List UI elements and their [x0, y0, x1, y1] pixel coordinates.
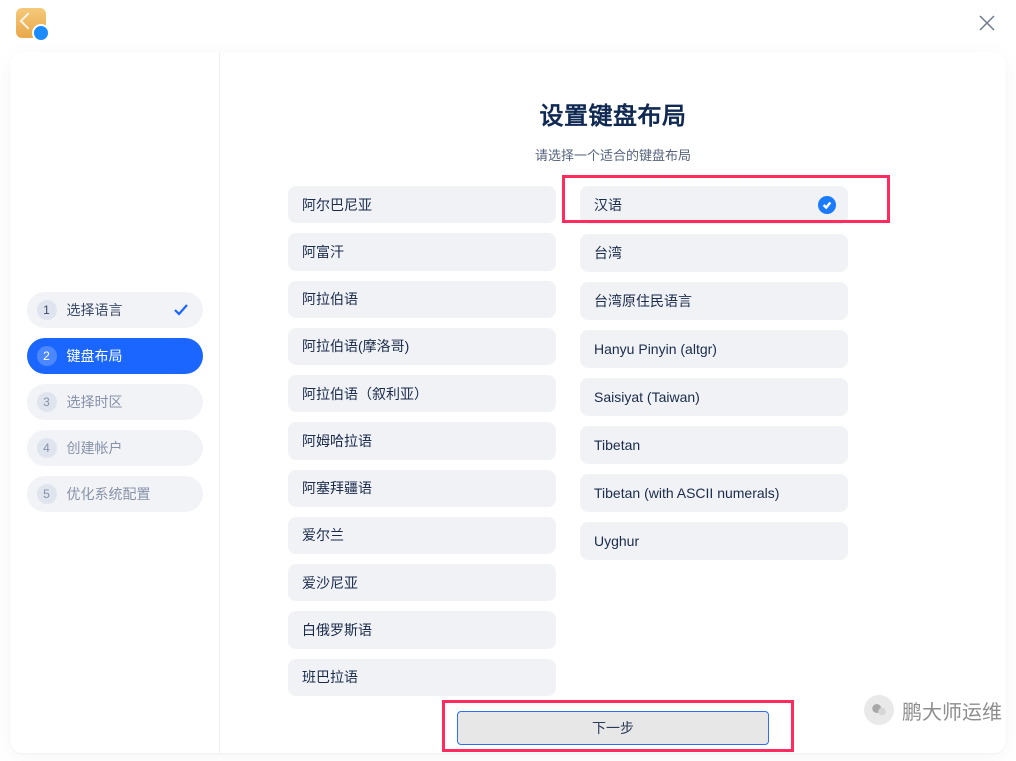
option-label: 阿富汗 — [302, 242, 344, 262]
step-number: 1 — [37, 300, 57, 320]
layout-variant-option[interactable]: Tibetan — [580, 426, 848, 464]
step-label: 优化系统配置 — [67, 484, 151, 504]
layout-variant-option[interactable]: Saisiyat (Taiwan) — [580, 378, 848, 416]
step-number: 2 — [37, 346, 57, 366]
title-bar — [0, 0, 1016, 46]
step-3: 3 选择时区 — [27, 384, 203, 420]
option-label: Tibetan (with ASCII numerals) — [594, 485, 779, 501]
layout-variant-option[interactable]: 台湾原住民语言 — [580, 282, 848, 320]
next-button[interactable]: 下一步 — [457, 711, 769, 745]
check-icon — [173, 302, 189, 318]
layout-variant-option[interactable]: Uyghur — [580, 522, 848, 560]
step-1[interactable]: 1 选择语言 — [27, 292, 203, 328]
layout-group-option[interactable]: 阿拉伯语 — [288, 281, 556, 318]
option-label: 台湾原住民语言 — [594, 291, 692, 311]
selected-check-icon — [818, 196, 836, 214]
steps-sidebar: 1 选择语言 2 键盘布局 3 选择时区 4 创建帐户 5 优化系统配置 — [10, 52, 220, 753]
step-4: 4 创建帐户 — [27, 430, 203, 466]
layout-group-option[interactable]: 阿塞拜疆语 — [288, 470, 556, 507]
layout-group-option[interactable]: 阿尔巴尼亚 — [288, 186, 556, 223]
page-subtitle: 请选择一个适合的键盘布局 — [535, 145, 691, 164]
next-button-label: 下一步 — [592, 718, 634, 738]
option-label: Hanyu Pinyin (altgr) — [594, 341, 717, 357]
layout-variant-list[interactable]: 汉语台湾台湾原住民语言 Hanyu Pinyin (altgr) Saisiyat … — [580, 186, 848, 696]
layout-variant-option[interactable]: Tibetan (with ASCII numerals) — [580, 474, 848, 512]
step-number: 3 — [37, 392, 57, 412]
layout-variant-option[interactable]: 台湾 — [580, 234, 848, 272]
footer-actions: 下一步 — [220, 711, 1006, 745]
option-label: 阿拉伯语 — [302, 289, 358, 309]
installer-card: 1 选择语言 2 键盘布局 3 选择时区 4 创建帐户 5 优化系统配置 设置键盘布局 请选择一个… — [10, 52, 1006, 753]
close-button[interactable] — [978, 14, 996, 32]
step-label: 选择语言 — [67, 300, 123, 320]
app-icon — [16, 8, 46, 38]
layout-group-option[interactable]: 阿拉伯语(摩洛哥) — [288, 328, 556, 365]
layout-group-option[interactable]: 阿拉伯语（叙利亚） — [288, 375, 556, 412]
option-label: 阿拉伯语（叙利亚） — [302, 384, 428, 404]
layout-variant-option[interactable]: 汉语 — [580, 186, 848, 224]
option-label: 阿塞拜疆语 — [302, 478, 372, 498]
main-panel: 设置键盘布局 请选择一个适合的键盘布局 阿尔巴尼亚阿富汗阿拉伯语阿拉伯语(摩洛哥… — [220, 52, 1006, 753]
step-label: 选择时区 — [67, 392, 123, 412]
layout-group-option[interactable]: 爱尔兰 — [288, 517, 556, 554]
step-label: 创建帐户 — [67, 438, 123, 458]
step-5: 5 优化系统配置 — [27, 476, 203, 512]
layout-group-option[interactable]: 阿姆哈拉语 — [288, 422, 556, 459]
keyboard-layout-lists: 阿尔巴尼亚阿富汗阿拉伯语阿拉伯语(摩洛哥) 阿拉伯语（叙利亚） 阿姆哈拉语阿塞拜疆语… — [288, 186, 848, 696]
option-label: 阿尔巴尼亚 — [302, 195, 372, 215]
layout-group-option[interactable]: 阿富汗 — [288, 233, 556, 270]
option-label: 班巴拉语 — [302, 667, 358, 687]
option-label: 阿拉伯语(摩洛哥) — [302, 336, 409, 356]
option-label: 汉语 — [594, 195, 622, 215]
layout-variant-option[interactable]: Hanyu Pinyin (altgr) — [580, 330, 848, 368]
page-title: 设置键盘布局 — [540, 96, 687, 131]
layout-group-option[interactable]: 白俄罗斯语 — [288, 611, 556, 648]
step-label: 键盘布局 — [67, 346, 123, 366]
step-number: 5 — [37, 484, 57, 504]
option-label: Saisiyat (Taiwan) — [594, 389, 700, 405]
option-label: 爱尔兰 — [302, 525, 344, 545]
option-label: Uyghur — [594, 533, 639, 549]
step-2[interactable]: 2 键盘布局 — [27, 338, 203, 374]
option-label: 台湾 — [594, 243, 622, 263]
layout-group-list[interactable]: 阿尔巴尼亚阿富汗阿拉伯语阿拉伯语(摩洛哥) 阿拉伯语（叙利亚） 阿姆哈拉语阿塞拜疆语… — [288, 186, 556, 696]
option-label: Tibetan — [594, 437, 640, 453]
step-number: 4 — [37, 438, 57, 458]
option-label: 爱沙尼亚 — [302, 573, 358, 593]
layout-group-option[interactable]: 爱沙尼亚 — [288, 564, 556, 601]
option-label: 阿姆哈拉语 — [302, 431, 372, 451]
close-icon — [978, 14, 996, 32]
layout-group-option[interactable]: 班巴拉语 — [288, 659, 556, 696]
option-label: 白俄罗斯语 — [302, 620, 372, 640]
